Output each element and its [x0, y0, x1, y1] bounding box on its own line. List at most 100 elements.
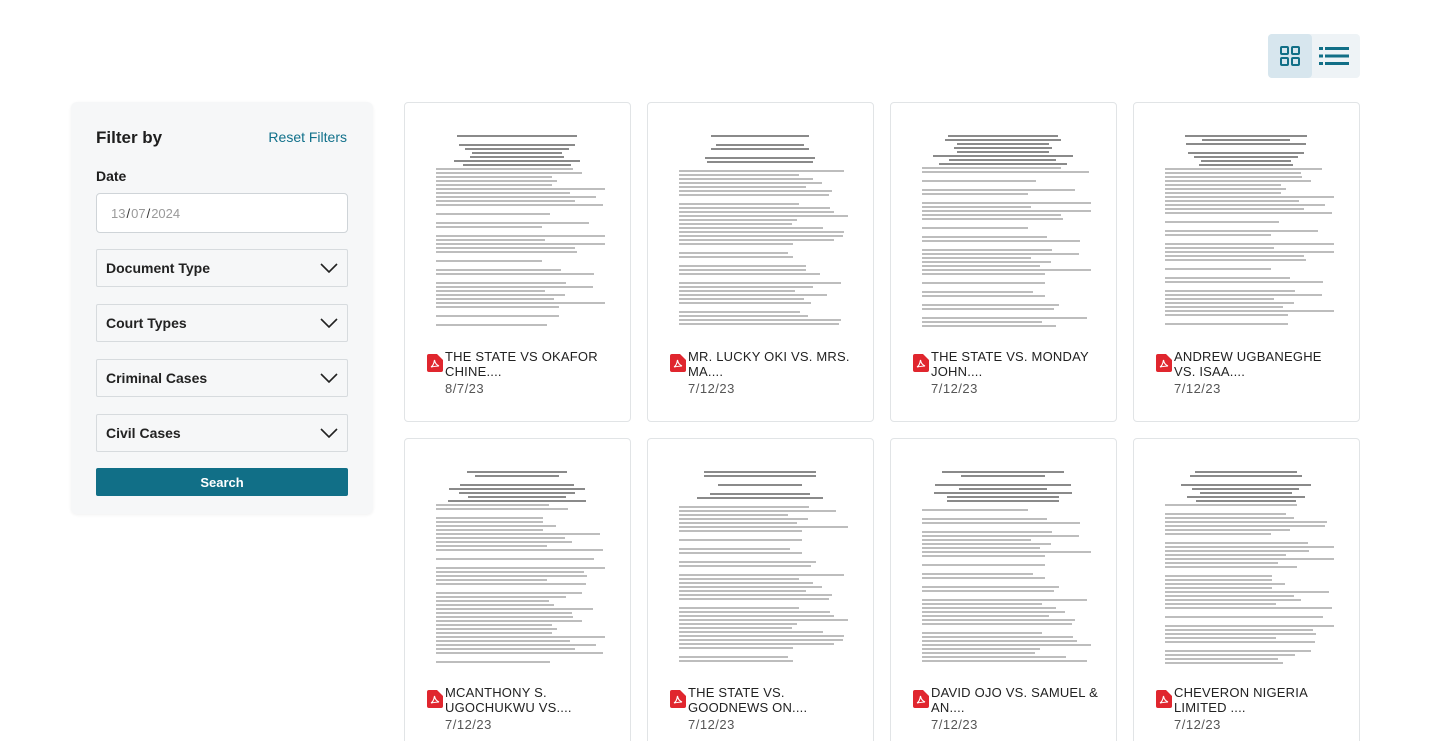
thumbnail-text-line — [922, 265, 1040, 267]
document-thumbnail — [429, 127, 605, 333]
thumbnail-text-line — [436, 545, 547, 547]
thumbnail-text-line — [1165, 251, 1334, 253]
thumbnail-text-line — [679, 302, 812, 304]
thumbnail-text-line — [436, 632, 553, 634]
thumbnail-text-line — [679, 522, 797, 524]
thumbnail-text-line — [1200, 160, 1292, 162]
thumbnail-text-line — [1186, 496, 1306, 498]
thumbnail-text-line — [469, 156, 565, 158]
thumbnail-text-line — [922, 189, 1076, 191]
thumbnail-text-line — [1165, 172, 1301, 174]
thumbnail-text-line — [436, 541, 572, 543]
thumbnail-text-line — [1193, 156, 1299, 158]
thumbnail-text-line — [436, 549, 604, 551]
thumbnail-text-line — [436, 616, 574, 618]
search-button[interactable]: Search — [96, 468, 348, 496]
thumbnail-text-line — [679, 561, 817, 563]
document-card[interactable]: THE STATE VS. GOODNEWS ON.... 7/12/23 — [647, 438, 874, 741]
thumbnail-text-line — [947, 496, 1059, 498]
document-type-dropdown[interactable]: Document Type — [96, 249, 348, 287]
document-card[interactable]: CHEVERON NIGERIA LIMITED .... 7/12/23 — [1133, 438, 1360, 741]
thumbnail-text-line — [1165, 562, 1278, 564]
document-card[interactable]: DAVID OJO VS. SAMUEL & AN.... 7/12/23 — [890, 438, 1117, 741]
list-view-button[interactable] — [1312, 34, 1356, 78]
document-card[interactable]: MR. LUCKY OKI VS. MRS. MA.... 7/12/23 — [647, 102, 874, 422]
document-thumbnail — [1158, 127, 1334, 333]
thumbnail-text-line — [1165, 616, 1324, 618]
thumbnail-text-line — [436, 525, 556, 527]
thumbnail-text-line — [1165, 188, 1287, 190]
document-card[interactable]: THE STATE VS. MONDAY JOHN.... 7/12/23 — [890, 102, 1117, 422]
thumbnail-text-line — [679, 265, 806, 267]
thumbnail-text-line — [679, 635, 845, 637]
thumbnail-text-line — [1165, 504, 1298, 506]
thumbnail-text-line — [679, 273, 820, 275]
thumbnail-text-line — [436, 239, 546, 241]
thumbnail-text-line — [1165, 243, 1334, 245]
criminal-cases-dropdown[interactable]: Criminal Cases — [96, 359, 348, 397]
thumbnail-text-line — [1165, 302, 1294, 304]
thumbnail-text-line — [436, 192, 570, 194]
thumbnail-text-line — [679, 256, 794, 258]
thumbnail-text-line — [922, 623, 1072, 625]
thumbnail-text-line — [436, 213, 551, 215]
thumbnail-text-line — [457, 135, 577, 137]
thumbnail-text-line — [436, 592, 583, 594]
document-card[interactable]: ANDREW UGBANEGHE VS. ISAA.... 7/12/23 — [1133, 102, 1360, 422]
thumbnail-text-line — [436, 628, 558, 630]
thumbnail-text-line — [436, 222, 590, 224]
reset-filters-link[interactable]: Reset Filters — [268, 129, 347, 145]
thumbnail-text-line — [922, 660, 1088, 662]
document-date: 7/12/23 — [1174, 381, 1221, 396]
thumbnail-text-line — [922, 308, 1055, 310]
thumbnail-text-line — [922, 632, 1042, 634]
thumbnail-text-line — [954, 147, 1052, 149]
document-date: 7/12/23 — [445, 717, 492, 732]
thumbnail-text-line — [1192, 488, 1300, 490]
thumbnail-text-line — [922, 543, 1051, 545]
thumbnail-text-line — [436, 172, 583, 174]
thumbnail-text-line — [1165, 184, 1282, 186]
document-card[interactable]: MCANTHONY S. UGOCHUKWU VS.... 7/12/23 — [404, 438, 631, 741]
thumbnail-text-line — [436, 648, 576, 650]
thumbnail-text-line — [1165, 554, 1287, 556]
thumbnail-text-line — [679, 227, 824, 229]
thumbnail-text-line — [710, 135, 810, 137]
thumbnail-text-line — [679, 243, 794, 245]
thumbnail-text-line — [679, 286, 813, 288]
thumbnail-text-line — [436, 604, 554, 606]
thumbnail-text-line — [448, 488, 586, 490]
civil-cases-dropdown[interactable]: Civil Cases — [96, 414, 348, 452]
thumbnail-text-line — [679, 656, 789, 658]
court-types-dropdown[interactable]: Court Types — [96, 304, 348, 342]
document-card[interactable]: THE STATE Vs OKAFOR CHINE.... 8/7/23 — [404, 102, 631, 422]
thumbnail-text-line — [1165, 513, 1287, 515]
thumbnail-text-line — [679, 615, 834, 617]
dropdown-label: Document Type — [106, 260, 210, 276]
thumbnail-text-line — [922, 261, 1051, 263]
thumbnail-text-line — [1199, 492, 1293, 494]
chevron-down-icon — [320, 263, 338, 273]
thumbnail-text-line — [436, 226, 542, 228]
thumbnail-text-line — [679, 647, 794, 649]
thumbnail-text-line — [679, 235, 843, 237]
thumbnail-text-line — [1165, 234, 1271, 236]
thumbnail-text-line — [679, 323, 840, 325]
thumbnail-text-line — [1165, 533, 1271, 535]
thumbnail-text-line — [922, 648, 1040, 650]
document-date: 7/12/23 — [1174, 717, 1221, 732]
thumbnail-text-line — [679, 215, 848, 217]
document-thumbnail — [1158, 463, 1334, 669]
grid-view-button[interactable] — [1268, 34, 1312, 78]
thumbnail-text-line — [922, 590, 1055, 592]
thumbnail-text-line — [679, 282, 841, 284]
thumbnail-text-line — [474, 475, 560, 477]
date-year: 2024 — [151, 205, 181, 221]
thumbnail-text-line — [922, 218, 1063, 220]
date-input[interactable]: 13/07/2024 — [96, 193, 348, 233]
thumbnail-text-line — [454, 160, 580, 162]
document-date: 7/12/23 — [931, 381, 978, 396]
thumbnail-text-line — [1165, 180, 1312, 182]
thumbnail-text-line — [436, 508, 569, 510]
thumbnail-text-line — [436, 251, 577, 253]
